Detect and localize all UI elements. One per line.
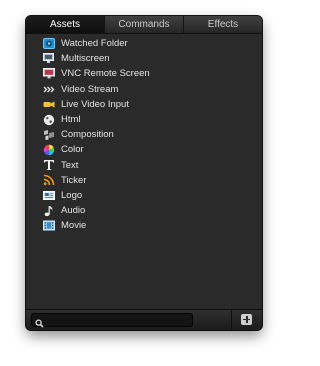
composition-icon xyxy=(43,129,55,141)
asset-label: Audio xyxy=(61,205,86,217)
assets-panel: Assets Commands Effects Watched Folder M… xyxy=(26,16,262,330)
watched-folder-icon xyxy=(43,38,55,50)
asset-item-text[interactable]: Text xyxy=(26,158,262,173)
tab-bar: Assets Commands Effects xyxy=(26,16,262,34)
asset-item-logo[interactable]: Logo xyxy=(26,188,262,203)
multiscreen-icon xyxy=(43,53,55,65)
tab-assets[interactable]: Assets xyxy=(26,16,105,33)
asset-label: Logo xyxy=(61,189,83,201)
asset-item-multiscreen[interactable]: Multiscreen xyxy=(26,51,262,66)
movie-icon xyxy=(43,220,55,232)
search-input[interactable] xyxy=(31,313,193,327)
asset-item-audio[interactable]: Audio xyxy=(26,203,262,218)
tab-commands[interactable]: Commands xyxy=(105,16,184,33)
add-button[interactable] xyxy=(241,314,252,325)
asset-item-ticker[interactable]: Ticker xyxy=(26,173,262,188)
asset-label: Html xyxy=(61,114,81,126)
live-video-input-icon xyxy=(43,98,55,110)
audio-icon xyxy=(43,205,55,217)
asset-item-vnc-remote-screen[interactable]: VNC Remote Screen xyxy=(26,66,262,81)
asset-label: VNC Remote Screen xyxy=(61,68,150,80)
toolbar-divider xyxy=(231,310,232,330)
ticker-icon xyxy=(43,174,55,186)
asset-item-movie[interactable]: Movie xyxy=(26,218,262,233)
asset-item-live-video-input[interactable]: Live Video Input xyxy=(26,97,262,112)
asset-item-watched-folder[interactable]: Watched Folder xyxy=(26,36,262,51)
color-icon xyxy=(43,144,55,156)
html-icon xyxy=(43,114,55,126)
asset-list: Watched Folder Multiscreen VNC Remote Sc… xyxy=(26,36,262,233)
asset-item-composition[interactable]: Composition xyxy=(26,127,262,142)
asset-label: Movie xyxy=(61,220,87,232)
text-icon xyxy=(43,159,55,171)
asset-label: Watched Folder xyxy=(61,38,128,50)
video-stream-icon xyxy=(43,83,55,95)
asset-label: Video Stream xyxy=(61,83,119,95)
tab-effects[interactable]: Effects xyxy=(184,16,262,33)
asset-label: Color xyxy=(61,144,84,156)
asset-label: Live Video Input xyxy=(61,98,129,110)
asset-label: Ticker xyxy=(61,174,87,186)
asset-label: Text xyxy=(61,159,79,171)
asset-item-video-stream[interactable]: Video Stream xyxy=(26,82,262,97)
asset-label: Composition xyxy=(61,129,114,141)
asset-item-color[interactable]: Color xyxy=(26,142,262,157)
vnc-remote-screen-icon xyxy=(43,68,55,80)
asset-item-html[interactable]: Html xyxy=(26,112,262,127)
asset-label: Multiscreen xyxy=(61,53,110,65)
bottom-toolbar xyxy=(26,309,262,330)
logo-icon xyxy=(43,189,55,201)
search-icon xyxy=(35,315,44,328)
